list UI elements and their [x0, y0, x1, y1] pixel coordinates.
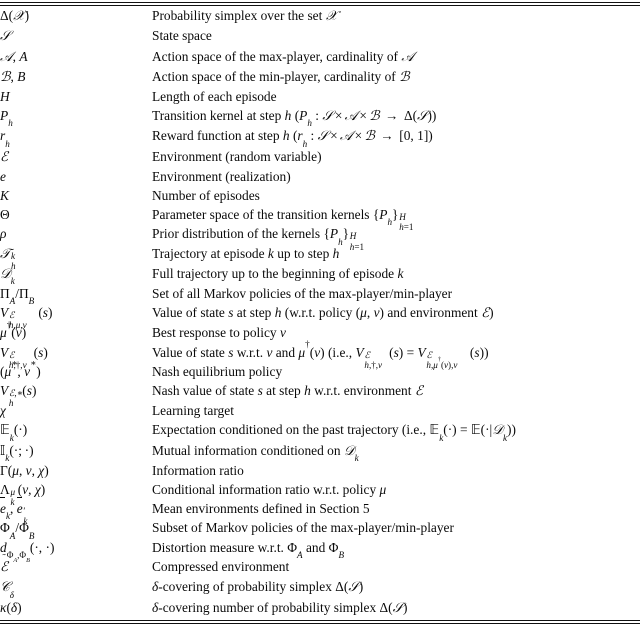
- description-cell: δ-covering number of probability simplex…: [152, 599, 408, 616]
- symbol-cell: κ(δ): [0, 599, 22, 615]
- description-cell: δ-covering of probability simplex Δ(𝒮): [152, 579, 364, 596]
- description-cell: Environment (random variable): [152, 148, 322, 164]
- description-cell: Transition kernel at step h (Ph : 𝒮 × 𝒜 × ℬ …: [152, 108, 437, 129]
- table-row: Λμ k (ν, χ) Conditional information ratio …: [0, 480, 640, 508]
- description-cell: Trajectory at episode k up to step h: [152, 245, 340, 261]
- table-row: 𝒯kh Trajectory at episode k up to step h: [0, 244, 640, 271]
- table-row: V ℰh,μ,ν (s) Value of state s at step h (w…: [0, 303, 640, 331]
- table-row: (μ∗, ν∗) Nash equilibrium policy: [0, 358, 640, 381]
- description-cell: Subset of Markov policies of the max-pla…: [152, 520, 454, 536]
- description-cell: Conditional information ratio w.r.t. pol…: [152, 482, 387, 498]
- description-cell: Best response to policy ν: [152, 325, 286, 341]
- description-cell: Value of state s at step h (w.r.t. polic…: [152, 305, 494, 322]
- description-cell: Information ratio: [152, 462, 244, 478]
- symbol-cell: 𝒟k: [0, 266, 15, 287]
- description-cell: Set of all Markov policies of the max-pl…: [152, 286, 453, 302]
- description-cell: Value of state s w.r.t. ν and μ†(ν) (i.e…: [152, 338, 489, 370]
- symbol-cell: Γ(μ, ν, χ): [0, 462, 49, 478]
- table-top-rule-outer: [0, 2, 640, 3]
- table-row: V ℰh,†,ν (s) Value of state s w.r.t. ν and…: [0, 338, 640, 370]
- symbol-cell: H: [0, 89, 10, 104]
- description-cell: Action space of the max-player, cardinal…: [152, 48, 414, 65]
- description-cell: Expectation conditioned on the past traj…: [152, 422, 516, 443]
- description-cell: Compressed environment: [152, 559, 290, 575]
- description-cell: Number of episodes: [152, 188, 260, 204]
- table-row: V ℰ,∗ h (s) Nash value of state s at step h…: [0, 381, 640, 409]
- table-row: Θ Parameter space of the transition kern…: [0, 205, 640, 233]
- symbol-cell: ˜ ℰ: [0, 552, 9, 576]
- table-row: dΦA,ΦB(·, ·) Distortion measure w.r.t. Φ…: [0, 538, 640, 565]
- table-row: χ Learning target: [0, 401, 640, 420]
- symbol-cell: 𝒯kh: [0, 246, 16, 271]
- symbol-cell: 𝒮: [0, 29, 11, 45]
- description-cell: Mutual information conditioned on 𝒟k: [152, 442, 359, 463]
- symbol-cell: Δ(𝒳): [0, 8, 30, 25]
- notation-rows: Δ(𝒳) Probability simplex over the set 𝒳 …: [0, 6, 640, 618]
- symbol-cell: ℰ: [0, 149, 9, 165]
- description-cell: Nash equilibrium policy: [152, 363, 283, 379]
- table-row: rh Reward function at step h (rh : 𝒮 × 𝒜 × ℬ…: [0, 126, 640, 149]
- table-row: ΠA/ΠB Set of all Markov policies of the …: [0, 284, 640, 307]
- table-row: μ†(ν) Best response to policy ν: [0, 320, 640, 342]
- symbol-cell: K: [0, 188, 9, 204]
- table-row: 𝒟k Full trajectory up to the beginning o…: [0, 264, 640, 287]
- description-cell: Length of each episode: [152, 89, 277, 104]
- table-row: 𝒮 State space: [0, 26, 640, 46]
- symbol-cell: 𝔼k(·): [0, 422, 28, 443]
- table-row: H Length of each episode: [0, 87, 640, 106]
- symbol-cell: Θ: [0, 207, 10, 223]
- symbol-cell: ek, e ′ k: [0, 497, 28, 527]
- symbol-cell: 𝕀k(·; ·): [0, 442, 34, 463]
- table-row: 𝕀k(·; ·) Mutual information conditioned …: [0, 441, 640, 463]
- table-row: 𝔼k(·) Expectation conditioned on the pas…: [0, 420, 640, 443]
- description-cell: Action space of the min-player, cardinal…: [152, 68, 410, 85]
- table-row: ˜ ℰ Compressed environment: [0, 552, 640, 577]
- notation-table: Δ(𝒳) Probability simplex over the set 𝒳 …: [0, 2, 640, 624]
- symbol-cell: Λμ k (ν, χ): [0, 482, 46, 508]
- description-cell: State space: [152, 28, 212, 44]
- description-cell: Mean environments defined in Section 5: [152, 501, 370, 517]
- description-cell: Reward function at step h (rh : 𝒮 × 𝒜 × ℬ → …: [152, 128, 433, 149]
- symbol-cell: 𝒜, A: [0, 48, 28, 65]
- symbol-cell: dΦA,ΦB(·, ·): [0, 539, 55, 565]
- table-row: K Number of episodes: [0, 186, 640, 205]
- symbol-cell: V ℰh,†,ν (s): [0, 344, 48, 370]
- table-row: Γ(μ, ν, χ) Information ratio: [0, 461, 640, 480]
- symbol-cell: Ph: [0, 108, 13, 129]
- table-row: 𝒞δ δ-covering of probability simplex Δ(𝒮…: [0, 577, 640, 600]
- table-row: ΦA/ΦB Subset of Markov policies of the m…: [0, 518, 640, 540]
- symbol-cell: ρ: [0, 226, 7, 242]
- table-row: e Environment (realization): [0, 167, 640, 186]
- symbol-cell: V ℰ,∗ h (s): [0, 383, 37, 409]
- symbol-cell: 𝒞δ: [0, 580, 15, 600]
- description-cell: Distortion measure w.r.t. ΦA and ΦB: [152, 539, 345, 560]
- description-cell: Probability simplex over the set 𝒳: [152, 8, 338, 25]
- table-row: ℰ Environment (random variable): [0, 147, 640, 167]
- symbol-cell: rh: [0, 128, 10, 149]
- table-row: ek, e ′ k Mean environments defined in Sec…: [0, 497, 640, 527]
- symbol-cell: e: [0, 168, 6, 184]
- description-cell: Environment (realization): [152, 168, 291, 184]
- description-cell: Learning target: [152, 403, 234, 419]
- description-cell: Parameter space of the transition kernel…: [152, 207, 414, 233]
- description-cell: Nash value of state s at step h w.r.t. e…: [152, 383, 423, 400]
- table-row: ρ Prior distribution of the kernels {Ph}…: [0, 224, 640, 252]
- table-row: Δ(𝒳) Probability simplex over the set 𝒳: [0, 6, 640, 26]
- table-row: 𝒜, A Action space of the max-player, car…: [0, 47, 640, 67]
- table-row: κ(δ) δ-covering number of probability si…: [0, 598, 640, 618]
- symbol-cell: V ℰh,μ,ν (s): [0, 305, 53, 331]
- table-bottom-rule-inner: [0, 620, 640, 622]
- description-cell: Prior distribution of the kernels {Ph} Hh…: [152, 226, 365, 252]
- symbol-cell: ℬ, B: [0, 68, 26, 85]
- symbol-cell: ΠA/ΠB: [0, 286, 35, 307]
- description-cell: Full trajectory up to the beginning of e…: [152, 265, 404, 281]
- table-row: Ph Transition kernel at step h (Ph : 𝒮 × 𝒜…: [0, 106, 640, 129]
- table-row: ℬ, B Action space of the min-player, car…: [0, 67, 640, 87]
